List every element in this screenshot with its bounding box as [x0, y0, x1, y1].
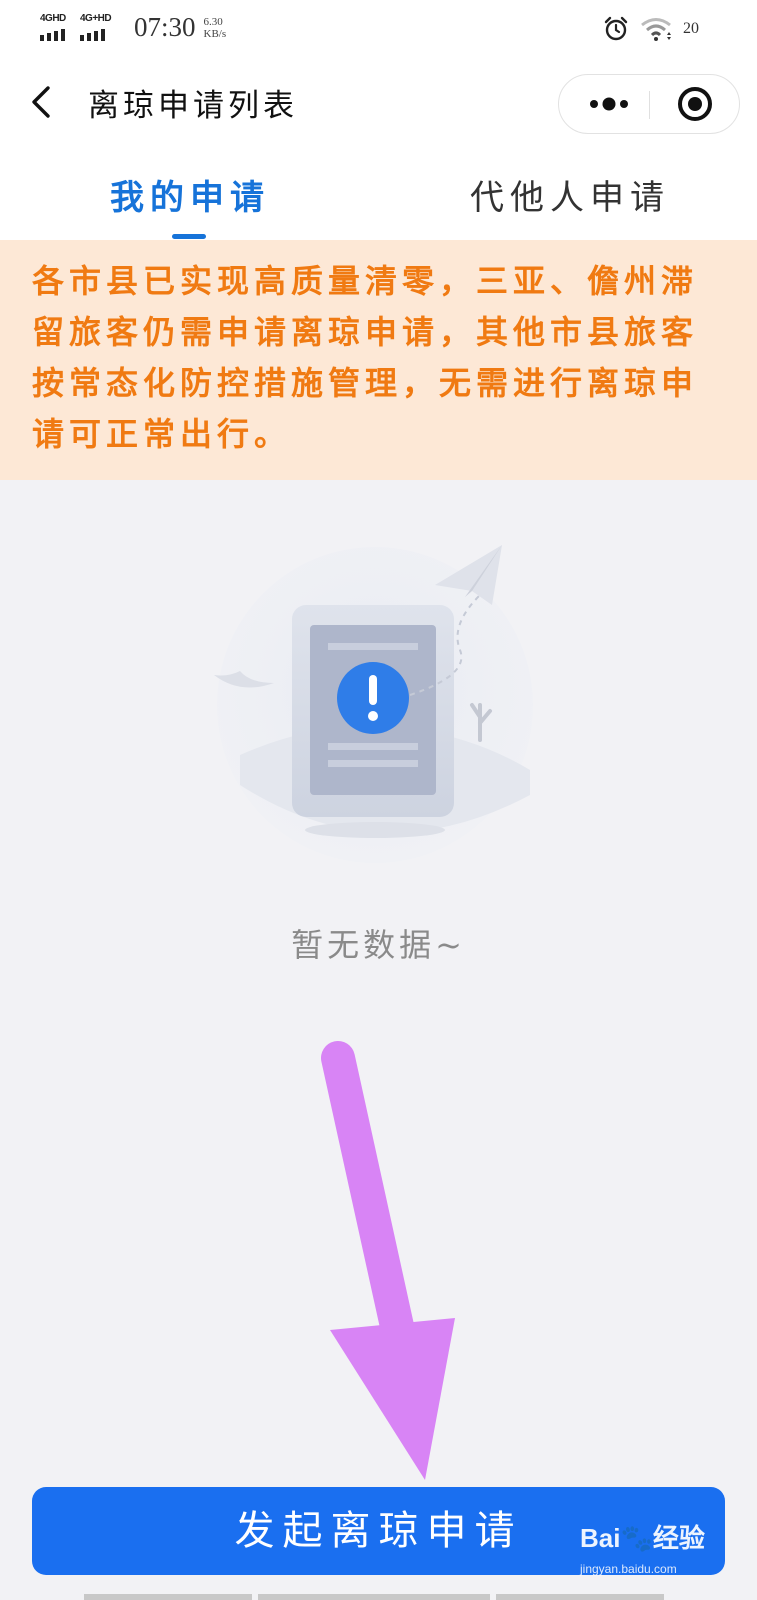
status-bar: 4GHD 4G+HD 07:30 6.30 KB/s 20: [0, 0, 757, 60]
empty-document-icon: [210, 545, 550, 885]
watermark-text: Bai🐾经验: [580, 1523, 705, 1553]
more-icon: [590, 97, 628, 111]
bottom-tab-stub: [258, 1594, 490, 1600]
capsule-divider: [649, 91, 650, 119]
watermark-url: jingyan.baidu.com: [580, 1562, 677, 1576]
nav-bar: 离琼申请列表: [0, 60, 757, 150]
network-label-1: 4GHD: [40, 12, 66, 24]
status-left: 4GHD 4G+HD 07:30 6.30 KB/s: [40, 12, 226, 43]
notice-text: 各市县已实现高质量清零，三亚、儋州滞留旅客仍需申请离琼申请，其他市县旅客按常态化…: [32, 262, 699, 453]
tab-my-applications[interactable]: 我的申请: [110, 170, 270, 230]
tab-bar: 我的申请 代他人申请: [0, 150, 757, 240]
wifi-icon: [641, 18, 671, 41]
status-time: 07:30: [134, 12, 196, 42]
tab-apply-for-others[interactable]: 代他人申请: [470, 170, 670, 230]
bottom-tab-stub: [496, 1594, 664, 1600]
battery-level: 20: [683, 20, 699, 37]
notice-banner: 各市县已实现高质量清零，三亚、儋州滞留旅客仍需申请离琼申请，其他市县旅客按常态化…: [0, 240, 757, 480]
network-label-2: 4G+HD: [80, 12, 112, 24]
bottom-tab-stub: [84, 1594, 252, 1600]
network-indicator-2: 4G+HD: [80, 13, 120, 43]
back-button[interactable]: [24, 80, 64, 124]
status-right: 20: [603, 16, 699, 42]
alarm-icon: [604, 16, 628, 41]
baidu-jingyan-watermark: Bai🐾经验 jingyan.baidu.com: [580, 1512, 750, 1600]
page-title: 离琼申请列表: [88, 88, 298, 124]
speed-unit: KB/s: [203, 27, 227, 40]
arrow-annotation-icon: [300, 1040, 480, 1480]
back-icon: [32, 86, 50, 118]
network-speed: 6.30 KB/s: [204, 16, 227, 40]
active-tab-indicator: [172, 234, 206, 239]
close-icon: [678, 87, 712, 121]
more-button[interactable]: [569, 75, 649, 133]
empty-state-text: 暂无数据~: [291, 926, 466, 964]
bottom-bar: [84, 1594, 664, 1600]
mini-program-capsule: [558, 74, 740, 134]
signal-icon: [40, 28, 65, 41]
network-indicator-1: 4GHD: [40, 13, 74, 43]
signal-icon: [80, 28, 105, 41]
speed-value: 6.30: [203, 15, 223, 28]
close-button[interactable]: [651, 75, 739, 133]
